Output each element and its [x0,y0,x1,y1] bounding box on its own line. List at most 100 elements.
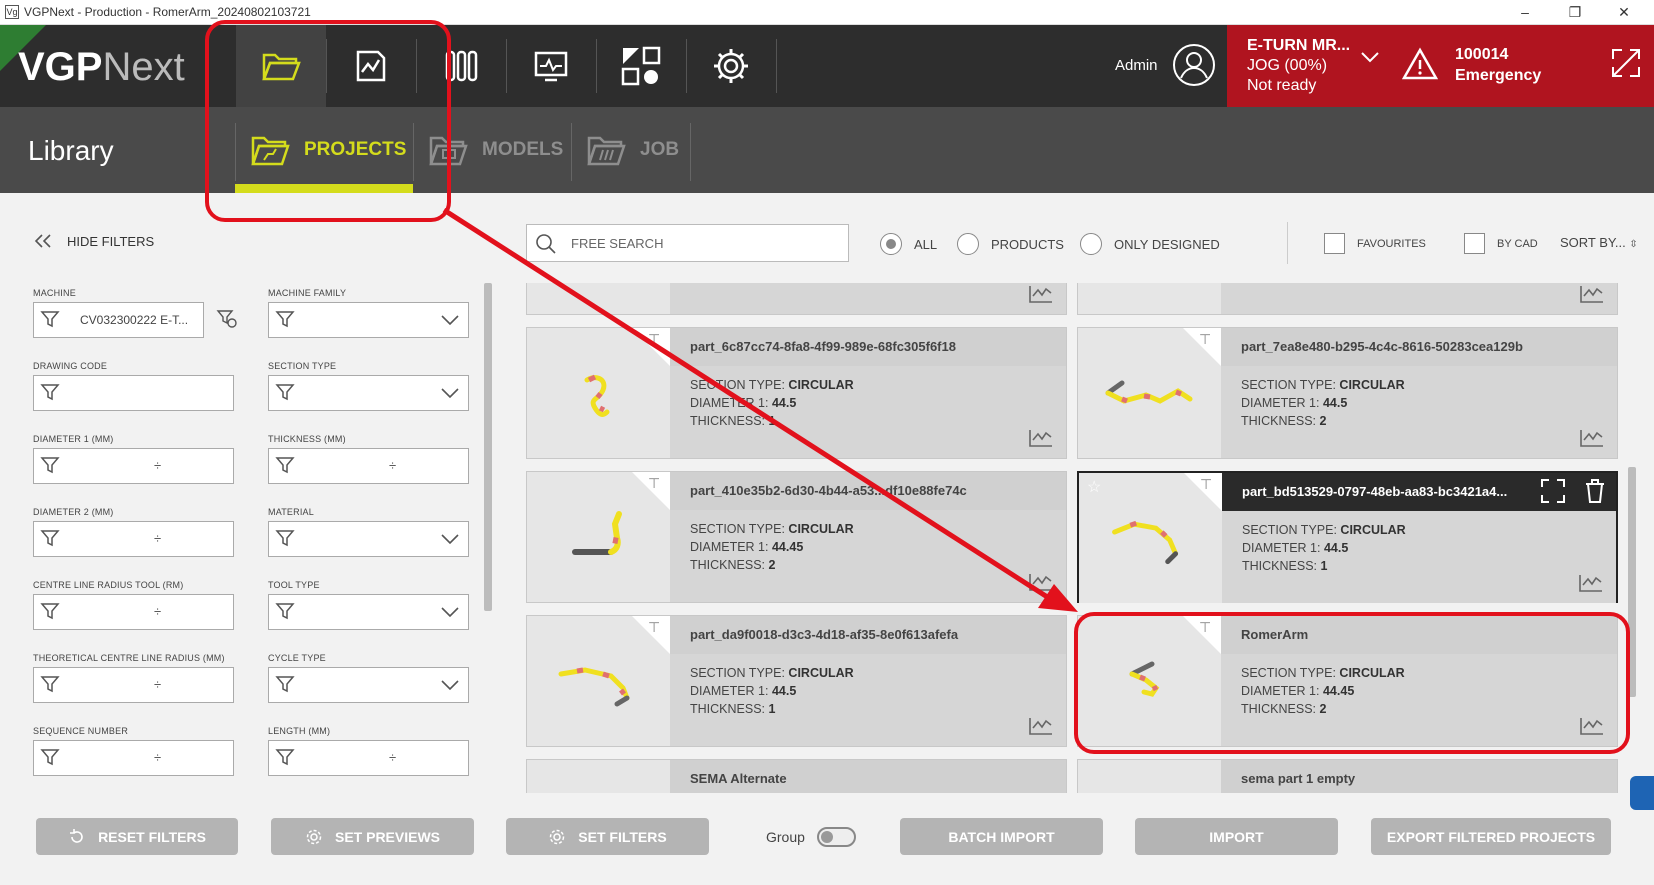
sort-by-dropdown[interactable]: SORT BY... ⇳ [1560,235,1638,250]
project-card[interactable]: SEMA Alternate [526,759,1067,793]
funnel-icon [40,457,60,474]
models-folder-icon [429,136,468,166]
machine-select[interactable]: CV032300222 E-T... [33,302,204,338]
filters-scrollbar[interactable] [484,283,492,611]
radio-all-circle[interactable] [880,233,902,255]
nav-monitor-button[interactable] [506,25,596,107]
set-filters-button[interactable]: SET FILTERS [506,818,709,855]
nav-tools-button[interactable] [416,25,506,107]
monitor-icon [534,51,568,82]
group-toggle[interactable] [817,827,856,847]
cad-preview-icon[interactable] [1578,571,1604,593]
filter-machine: MACHINE CV032300222 E-T... [33,288,237,338]
tab-job[interactable]: JOB [586,107,679,193]
clr-tool-range[interactable]: ÷ [33,594,234,630]
minimize-button[interactable]: – [1515,2,1535,22]
project-card[interactable]: sema part 1 empty [1077,759,1618,793]
hide-filters-button[interactable]: HIDE FILTERS [33,233,154,249]
tool-type-select[interactable] [268,594,469,630]
diameter2-range[interactable]: ÷ [33,521,234,557]
tab-projects[interactable]: PROJECTS [250,107,406,193]
projects-scrollbar[interactable] [1628,467,1636,697]
diameter1-range[interactable]: ÷ [33,448,234,484]
by-cad-box[interactable] [1464,233,1485,254]
remote-support-tab[interactable] [1630,776,1654,810]
fullscreen-icon[interactable] [1540,478,1566,504]
filters-panel: MACHINE CV032300222 E-T... MACHINE FAMIL… [33,288,477,793]
gear-icon [306,829,322,844]
favourite-star-icon[interactable]: ☆ [1087,477,1101,497]
funnel-icon [40,384,60,401]
thickness-range[interactable]: ÷ [268,448,469,484]
cad-preview-icon[interactable] [1579,714,1605,736]
material-select[interactable] [268,521,469,557]
trash-icon[interactable] [1584,478,1606,504]
project-card[interactable] [1077,283,1618,315]
radio-all[interactable]: ALL [880,233,937,255]
project-card[interactable]: ⊤ part_6c87cc74-8fa8-4f99-989e-68fc305f6… [526,327,1067,459]
page-title: Library [28,135,114,166]
hide-filters-label: HIDE FILTERS [67,233,155,249]
project-name: part_7ea8e480-b295-4c4c-8616-50283cea129… [1241,339,1523,354]
cad-preview-icon[interactable] [1579,283,1605,304]
gear-icon [550,829,565,844]
radio-products-circle[interactable] [957,233,979,255]
cad-preview-icon[interactable] [1028,283,1054,304]
project-name: part_410e35b2-6d30-4b44-a53...df10e88fe7… [690,483,967,498]
cad-preview-icon[interactable] [1028,570,1054,592]
cad-preview-icon[interactable] [1028,714,1054,736]
theoretical-clr-range[interactable]: ÷ [33,667,234,703]
project-card[interactable]: ⊤ RomerArm SECTION TYPE: CIRCULAR DIAMET… [1077,615,1618,747]
cycle-type-select[interactable] [268,667,469,703]
projects-grid: ⊤ part_6c87cc74-8fa8-4f99-989e-68fc305f6… [526,283,1626,793]
favourites-box[interactable] [1324,233,1345,254]
filter-settings-icon[interactable] [216,308,238,330]
cad-preview-icon[interactable] [1028,426,1054,448]
length-range[interactable]: ÷ [268,740,469,776]
project-card[interactable]: ⊤ part_410e35b2-6d30-4b44-a53...df10e88f… [526,471,1067,603]
export-filtered-projects-button[interactable]: EXPORT FILTERED PROJECTS [1371,818,1611,855]
nav-design-button[interactable] [327,25,417,107]
tab-models[interactable]: MODELS [428,107,563,193]
expand-icon[interactable] [1610,47,1642,79]
project-card-selected[interactable]: ☆ ⊤ part_bd513529-0797-48eb-aa83-bc3421a… [1077,471,1618,603]
project-card[interactable]: ⊤ part_7ea8e480-b295-4c4c-8616-50283cea1… [1077,327,1618,459]
filter-cycle-type: CYCLE TYPE [268,653,469,703]
free-search-input[interactable] [571,233,831,253]
reset-filters-button[interactable]: RESET FILTERS [36,818,238,855]
nav-settings-button[interactable] [686,25,776,107]
close-button[interactable]: ✕ [1614,2,1634,22]
chevron-down-icon[interactable] [1360,50,1380,64]
nav-library-button[interactable] [236,25,326,107]
project-name: part_6c87cc74-8fa8-4f99-989e-68fc305f6f1… [690,339,956,354]
sequence-number-range[interactable]: ÷ [33,740,234,776]
edit-drawing-icon [356,50,386,82]
user-name: Admin [1115,57,1158,74]
filter-length: LENGTH (MM) ÷ [268,726,469,776]
funnel-icon [275,749,295,766]
chevron-down-icon [441,388,459,399]
user-avatar-icon[interactable] [1172,43,1216,87]
machine-family-select[interactable] [268,302,469,338]
nav-shapes-button[interactable] [596,25,686,107]
batch-import-button[interactable]: BATCH IMPORT [900,818,1103,855]
machine-status-panel[interactable]: E-TURN MR... JOG (00%) Not ready 100014 … [1227,25,1654,107]
free-search-field[interactable] [526,224,849,262]
radio-only-designed-circle[interactable] [1080,233,1102,255]
cad-preview-icon[interactable] [1579,426,1605,448]
import-button[interactable]: IMPORT [1135,818,1338,855]
type-icon: ⊤ [1199,619,1212,635]
section-type-select[interactable] [268,375,469,411]
project-card[interactable]: ⊤ part_da9f0018-d3c3-4d18-af35-8e0f613af… [526,615,1067,747]
project-name: SEMA Alternate [690,771,787,786]
filter-machine-family: MACHINE FAMILY [268,288,469,338]
project-name: part_bd513529-0797-48eb-aa83-bc3421a4... [1242,484,1508,499]
favourites-checkbox[interactable]: FAVOURITES [1324,233,1426,254]
set-previews-button[interactable]: SET PREVIEWS [271,818,474,855]
drawing-code-input[interactable] [33,375,234,411]
project-card[interactable] [526,283,1067,315]
restore-button[interactable]: ❐ [1565,2,1585,22]
radio-products[interactable]: PRODUCTS [957,233,1064,255]
by-cad-checkbox[interactable]: BY CAD [1464,233,1538,254]
radio-only-designed[interactable]: ONLY DESIGNED [1080,233,1220,255]
